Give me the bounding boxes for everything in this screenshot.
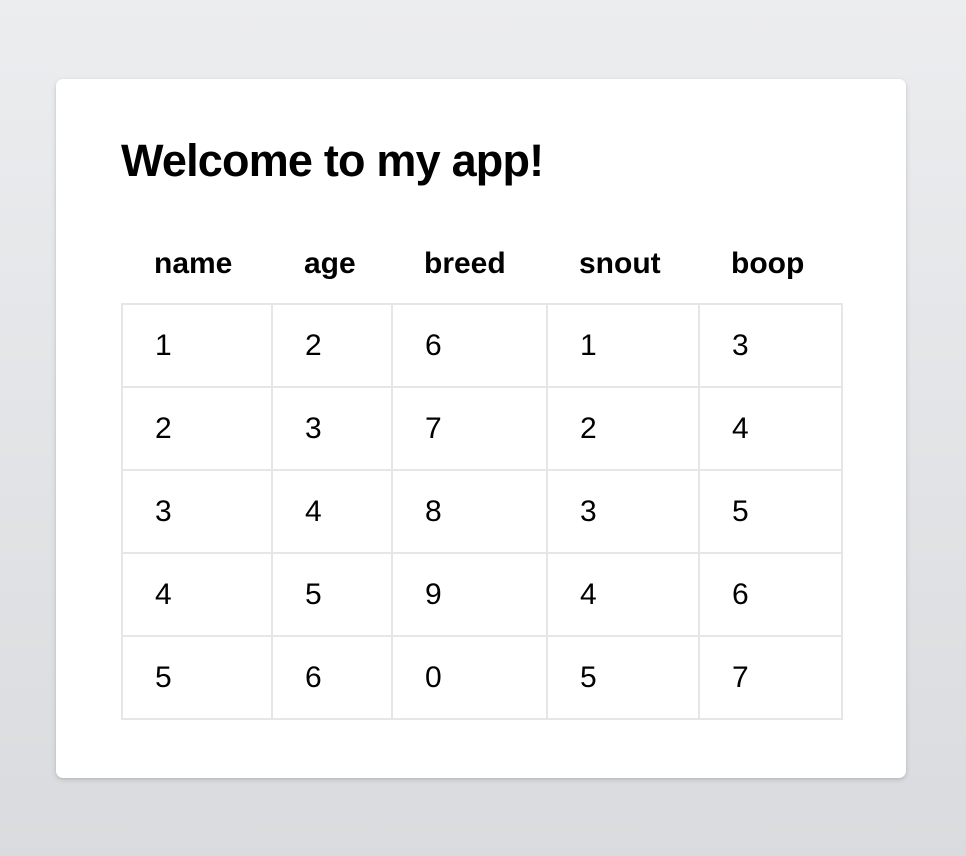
table-cell: 3 [546,469,700,554]
column-header-breed: breed [424,247,506,280]
table-cell: 5 [121,635,273,720]
table-cell: 5 [698,469,843,554]
table-cell: 3 [698,303,843,388]
table-cell: 9 [391,552,548,637]
table-cell: 7 [698,635,843,720]
table-cell: 4 [546,552,700,637]
table-cell: 8 [391,469,548,554]
table-cell: 6 [271,635,393,720]
table-cell: 3 [271,386,393,471]
app-card: Welcome to my app! name age breed snout … [56,79,906,778]
table-cell: 6 [698,552,843,637]
table-cell: 2 [546,386,700,471]
column-header-boop: boop [731,247,805,280]
table-row: 3 4 8 3 5 [121,469,843,554]
table-row: 1 2 6 1 3 [121,303,843,388]
column-header-name: name [154,247,233,280]
column-header-age: age [304,247,356,280]
table-body: 1 2 6 1 3 2 3 7 2 4 3 4 8 3 5 4 5 9 4 6 … [121,303,843,720]
table-cell: 4 [271,469,393,554]
column-header-snout: snout [579,247,661,280]
table-cell: 2 [271,303,393,388]
table-cell: 2 [121,386,273,471]
table-row: 5 6 0 5 7 [121,635,843,720]
table-cell: 3 [121,469,273,554]
table-cell: 5 [271,552,393,637]
data-table: name age breed snout boop 1 2 6 1 3 2 3 … [121,225,843,720]
header-row: name age breed snout boop [122,225,842,304]
table-cell: 1 [546,303,700,388]
page-title: Welcome to my app! [121,135,544,186]
table-cell: 4 [698,386,843,471]
table-header: name age breed snout boop [122,225,842,304]
table-row: 2 3 7 2 4 [121,386,843,471]
table-cell: 6 [391,303,548,388]
table-cell: 0 [391,635,548,720]
table-cell: 1 [121,303,273,388]
table-cell: 7 [391,386,548,471]
table-cell: 5 [546,635,700,720]
table-cell: 4 [121,552,273,637]
table-row: 4 5 9 4 6 [121,552,843,637]
